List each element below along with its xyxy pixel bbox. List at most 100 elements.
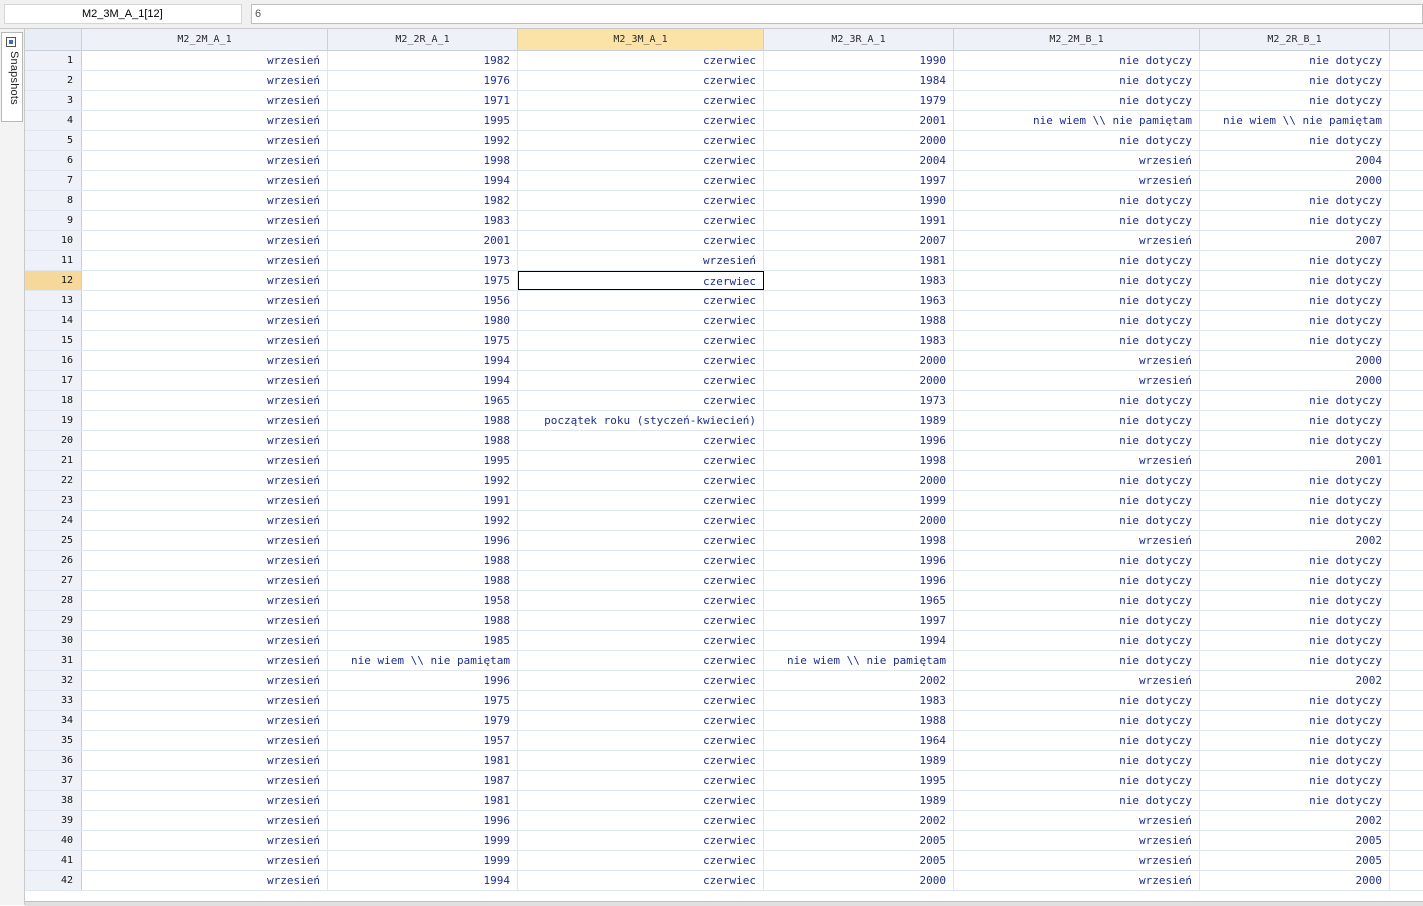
grid-cell[interactable]: 1992 <box>328 471 518 490</box>
row-number[interactable]: 17 <box>25 371 82 390</box>
row-number[interactable]: 10 <box>25 231 82 250</box>
grid-cell[interactable]: czerwiec <box>518 551 764 570</box>
grid-cell[interactable]: nie dotyczy <box>1200 551 1390 570</box>
grid-cell[interactable]: wrzesień <box>82 251 328 270</box>
grid-cell[interactable]: czerwiec <box>518 51 764 70</box>
grid-cell[interactable]: 1983 <box>764 331 954 350</box>
grid-cell[interactable]: wrzesień <box>954 151 1200 170</box>
grid-cell[interactable]: 1957 <box>328 731 518 750</box>
grid-cell[interactable]: 1994 <box>764 631 954 650</box>
grid-cell[interactable]: 2002 <box>1200 671 1390 690</box>
grid-cell[interactable]: wrzesień <box>82 551 328 570</box>
grid-cell[interactable]: 2000 <box>764 511 954 530</box>
grid-cell[interactable]: czerwiec <box>518 731 764 750</box>
row-number[interactable]: 34 <box>25 711 82 730</box>
grid-cell[interactable]: wrzesień <box>954 851 1200 870</box>
grid-cell[interactable]: wrzesień <box>954 831 1200 850</box>
grid-cell[interactable]: nie dotyczy <box>1200 291 1390 310</box>
grid-cell[interactable]: 1989 <box>764 791 954 810</box>
grid-cell[interactable]: nie dotyczy <box>954 71 1200 90</box>
grid-cell[interactable]: 1988 <box>328 611 518 630</box>
grid-cell[interactable]: 1982 <box>328 51 518 70</box>
grid-cell[interactable]: nie wiem \\ nie pamiętam <box>764 651 954 670</box>
grid-cell[interactable]: 1965 <box>328 391 518 410</box>
row-number[interactable]: 28 <box>25 591 82 610</box>
grid-cell[interactable]: 1990 <box>764 191 954 210</box>
grid-cell[interactable]: 1991 <box>328 491 518 510</box>
grid-cell[interactable]: czerwiec <box>518 351 764 370</box>
grid-cell[interactable]: wrzesień <box>82 491 328 510</box>
grid-cell[interactable]: wrzesień <box>82 571 328 590</box>
grid-cell[interactable]: czerwiec <box>518 71 764 90</box>
grid-cell[interactable]: wrzesień <box>82 71 328 90</box>
grid-cell[interactable]: nie dotyczy <box>954 631 1200 650</box>
grid-cell[interactable]: 1998 <box>764 451 954 470</box>
grid-cell[interactable]: 2000 <box>1200 871 1390 890</box>
grid-cell[interactable]: czerwiec <box>518 431 764 450</box>
grid-cell[interactable]: nie dotyczy <box>1200 311 1390 330</box>
grid-cell[interactable]: 1958 <box>328 591 518 610</box>
grid-cell[interactable]: 2000 <box>764 371 954 390</box>
grid-cell[interactable]: czerwiec <box>518 151 764 170</box>
grid-cell[interactable]: 1989 <box>764 411 954 430</box>
grid-cell[interactable]: czerwiec <box>518 751 764 770</box>
row-number[interactable]: 25 <box>25 531 82 550</box>
grid-cell[interactable]: 2005 <box>1200 851 1390 870</box>
grid-cell[interactable]: nie dotyczy <box>1200 271 1390 290</box>
horizontal-scrollbar[interactable] <box>25 901 1423 906</box>
grid-cell[interactable]: nie dotyczy <box>954 91 1200 110</box>
grid-cell[interactable]: czerwiec <box>518 131 764 150</box>
grid-cell[interactable]: 1979 <box>764 91 954 110</box>
grid-cell[interactable]: czerwiec <box>518 591 764 610</box>
row-number[interactable]: 38 <box>25 791 82 810</box>
grid-cell[interactable]: nie wiem \\ nie pamiętam <box>954 111 1200 130</box>
grid-cell[interactable]: nie dotyczy <box>954 551 1200 570</box>
row-number[interactable]: 22 <box>25 471 82 490</box>
grid-cell[interactable]: 1991 <box>764 211 954 230</box>
grid-cell[interactable]: 1998 <box>764 531 954 550</box>
grid-cell[interactable]: czerwiec <box>518 651 764 670</box>
grid-cell[interactable]: 1997 <box>764 171 954 190</box>
grid-cell[interactable]: 1983 <box>764 691 954 710</box>
grid-cell[interactable]: nie dotyczy <box>954 211 1200 230</box>
grid-cell[interactable]: czerwiec <box>518 311 764 330</box>
row-number[interactable]: 16 <box>25 351 82 370</box>
grid-cell[interactable]: 1994 <box>328 871 518 890</box>
grid-cell[interactable]: 1980 <box>328 311 518 330</box>
grid-cell[interactable]: nie dotyczy <box>954 751 1200 770</box>
grid-cell[interactable]: 2005 <box>764 851 954 870</box>
grid-cell[interactable]: nie dotyczy <box>1200 511 1390 530</box>
grid-cell[interactable]: 2000 <box>1200 171 1390 190</box>
grid-cell[interactable]: czerwiec <box>518 331 764 350</box>
grid-cell[interactable]: nie dotyczy <box>954 471 1200 490</box>
grid-cell[interactable]: nie dotyczy <box>954 431 1200 450</box>
grid-cell[interactable]: 2002 <box>1200 531 1390 550</box>
grid-cell[interactable]: 1996 <box>764 431 954 450</box>
grid-cell[interactable]: 1999 <box>328 831 518 850</box>
grid-cell[interactable]: 1975 <box>328 271 518 290</box>
grid-cell[interactable]: 2000 <box>1200 351 1390 370</box>
grid-cell[interactable]: czerwiec <box>518 91 764 110</box>
grid-cell[interactable]: czerwiec <box>518 231 764 250</box>
grid-cell[interactable]: nie dotyczy <box>954 331 1200 350</box>
row-number[interactable]: 41 <box>25 851 82 870</box>
grid-cell[interactable]: 1983 <box>764 271 954 290</box>
grid-cell[interactable]: nie wiem \\ nie pamiętam <box>1200 111 1390 130</box>
grid-cell[interactable]: 1973 <box>764 391 954 410</box>
grid-cell[interactable]: 1964 <box>764 731 954 750</box>
grid-cell[interactable]: czerwiec <box>518 851 764 870</box>
grid-cell[interactable]: nie dotyczy <box>1200 711 1390 730</box>
grid-cell[interactable]: 1989 <box>764 751 954 770</box>
grid-cell[interactable]: wrzesień <box>954 231 1200 250</box>
grid-cell[interactable]: nie dotyczy <box>954 391 1200 410</box>
grid-cell[interactable]: wrzesień <box>82 191 328 210</box>
grid-cell[interactable]: wrzesień <box>954 871 1200 890</box>
grid-cell[interactable]: wrzesień <box>82 831 328 850</box>
grid-cell[interactable]: 1996 <box>764 571 954 590</box>
grid-cell[interactable]: 1998 <box>328 151 518 170</box>
grid-cell[interactable]: czerwiec <box>518 391 764 410</box>
grid-cell[interactable]: 1973 <box>328 251 518 270</box>
grid-cell[interactable]: wrzesień <box>82 451 328 470</box>
grid-cell[interactable]: wrzesień <box>954 371 1200 390</box>
grid-cell[interactable]: wrzesień <box>518 251 764 270</box>
